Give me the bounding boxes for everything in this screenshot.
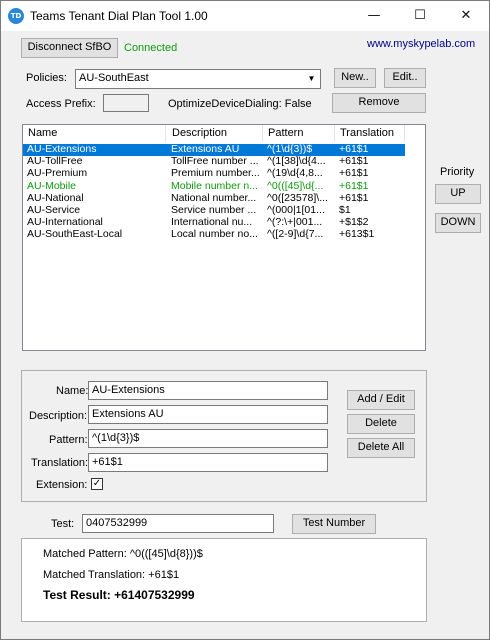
column-header-translation[interactable]: Translation <box>335 125 405 142</box>
translation-label: Translation: <box>31 457 89 469</box>
cell-pattern: ^(000|1[01... <box>267 204 325 216</box>
access-prefix-label: Access Prefix: <box>26 98 96 110</box>
cell-translation: +613$1 <box>339 228 375 241</box>
title-bar: TD Teams Tenant Dial Plan Tool 1.00 — ☐ … <box>1 1 489 31</box>
cell-translation: +61$1 <box>339 143 369 155</box>
connection-status: Connected <box>124 42 178 54</box>
extension-checkbox[interactable]: ✓ <box>91 478 103 490</box>
cell-pattern: ^0(([45]\d{... <box>267 179 324 192</box>
add-edit-button[interactable]: Add / Edit <box>347 390 415 410</box>
close-icon[interactable]: ✕ <box>443 1 489 31</box>
table-row[interactable]: AU-Extensions Extensions AU ^(1\d{3})$ +61$… <box>23 143 405 156</box>
cell-translation: +$1$2 <box>339 216 369 229</box>
cell-name: AU-Service <box>27 204 81 216</box>
matched-translation-text: Matched Translation: +61$1 <box>43 569 180 581</box>
table-row[interactable]: AU-Mobile Mobile number n... ^0(([45]\d{..… <box>23 179 405 193</box>
name-field[interactable]: AU-Extensions <box>88 381 328 400</box>
test-label: Test: <box>51 518 75 530</box>
cell-pattern: ^([2-9]\d{7... <box>267 228 324 241</box>
matched-pattern-text: Matched Pattern: ^0(([45]\d{8}))$ <box>43 548 203 560</box>
cell-description: International nu... <box>171 216 253 229</box>
new-policy-button[interactable]: New.. <box>334 68 376 88</box>
maximize-icon[interactable]: ☐ <box>397 1 443 31</box>
cell-translation: +61$1 <box>339 155 369 168</box>
cell-name: AU-TollFree <box>27 155 83 168</box>
cell-translation: +61$1 <box>339 167 369 180</box>
cell-pattern: ^(1[38]\d{4... <box>267 155 326 168</box>
policy-select[interactable]: AU-SouthEast ▼ <box>75 69 321 89</box>
cell-description: Extensions AU <box>171 143 240 155</box>
window-title: Teams Tenant Dial Plan Tool 1.00 <box>30 9 208 23</box>
delete-button[interactable]: Delete <box>347 414 415 434</box>
pattern-field[interactable]: ^(1\d{3})$ <box>88 429 328 448</box>
policy-select-value: AU-SouthEast <box>79 72 149 84</box>
test-number-button[interactable]: Test Number <box>292 514 376 534</box>
column-header-name[interactable]: Name <box>23 125 166 142</box>
cell-translation: $1 <box>339 204 351 216</box>
test-number-field[interactable]: 0407532999 <box>82 514 274 533</box>
dial-rules-list[interactable]: Name Description Pattern Translation AU-… <box>22 124 426 351</box>
cell-description: Service number ... <box>171 204 257 216</box>
remove-policy-button[interactable]: Remove <box>332 93 426 113</box>
edit-policy-button[interactable]: Edit.. <box>384 68 426 88</box>
cell-pattern: ^(19\d{4,8... <box>267 167 323 180</box>
cell-name: AU-National <box>27 191 84 204</box>
cell-description: Mobile number n... <box>171 179 258 192</box>
cell-pattern: ^0([23578]\... <box>267 191 328 204</box>
disconnect-button[interactable]: Disconnect SfBO <box>21 38 118 58</box>
priority-label: Priority <box>440 166 475 178</box>
cell-description: Local number no... <box>171 228 258 241</box>
cell-pattern: ^(1\d{3})$ <box>267 143 313 155</box>
cell-description: TollFree number ... <box>171 155 259 168</box>
cell-pattern: ^(?:\+|001... <box>267 216 323 229</box>
translation-field[interactable]: +61$1 <box>88 453 328 472</box>
cell-name: AU-Premium <box>27 167 88 180</box>
priority-up-button[interactable]: UP <box>435 184 481 204</box>
column-header-pattern[interactable]: Pattern <box>263 125 335 142</box>
delete-all-button[interactable]: Delete All <box>347 438 415 458</box>
website-link[interactable]: www.myskypelab.com <box>367 38 475 50</box>
test-result-text: Test Result: +61407532999 <box>43 588 195 602</box>
table-row[interactable]: AU-TollFree TollFree number ... ^(1[38]\d{… <box>23 155 405 168</box>
table-row[interactable]: AU-Service Service number ... ^(000|1[01..… <box>23 204 405 217</box>
name-label: Name: <box>56 385 89 397</box>
optimize-device-dialing: OptimizeDeviceDialing: False <box>168 98 312 110</box>
cell-name: AU-International <box>27 216 103 229</box>
description-label: Description: <box>29 410 88 422</box>
app-window: TD Teams Tenant Dial Plan Tool 1.00 — ☐ … <box>0 0 490 640</box>
table-row[interactable]: AU-International International nu... ^(?:\… <box>23 216 405 229</box>
chevron-down-icon[interactable]: ▼ <box>304 71 319 87</box>
minimize-icon[interactable]: — <box>351 1 397 31</box>
column-header-description[interactable]: Description <box>167 125 263 142</box>
table-row[interactable]: AU-National National number... ^0([23578]\… <box>23 191 405 205</box>
cell-description: Premium number... <box>171 167 260 180</box>
access-prefix-input[interactable] <box>103 94 149 112</box>
cell-name: AU-SouthEast-Local <box>27 228 123 241</box>
cell-description: National number... <box>171 191 257 204</box>
cell-name: AU-Mobile <box>27 179 77 192</box>
pattern-label: Pattern: <box>49 434 88 446</box>
cell-name: AU-Extensions <box>27 143 97 155</box>
description-field[interactable]: Extensions AU <box>88 405 328 424</box>
cell-translation: +61$1 <box>339 191 369 204</box>
cell-translation: +61$1 <box>339 179 369 192</box>
app-icon: TD <box>8 8 24 24</box>
table-row[interactable]: AU-Premium Premium number... ^(19\d{4,8...… <box>23 167 405 180</box>
priority-down-button[interactable]: DOWN <box>435 213 481 233</box>
policies-label: Policies: <box>26 72 67 84</box>
extension-label: Extension: <box>36 479 88 491</box>
table-row[interactable]: AU-SouthEast-Local Local number no... ^([2… <box>23 228 405 241</box>
